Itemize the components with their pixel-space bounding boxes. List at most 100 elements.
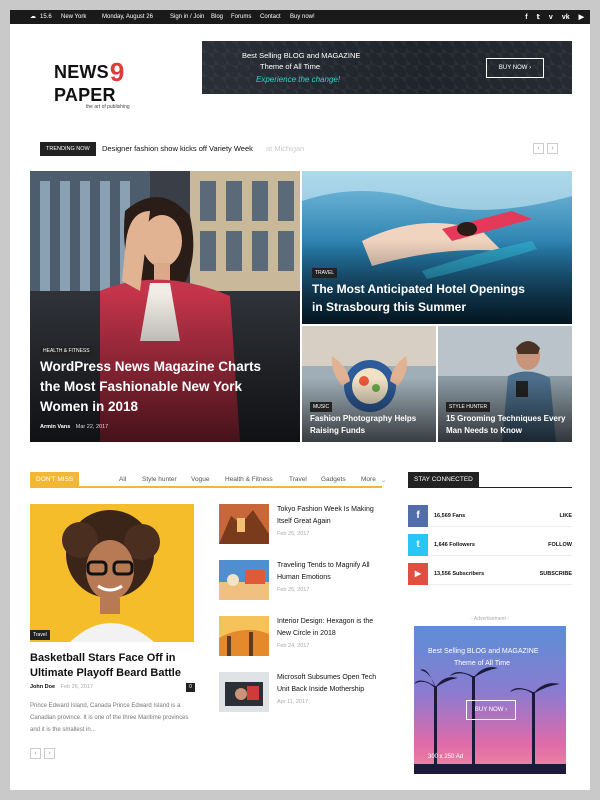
hero-top-right-title-line-1[interactable]: The Most Anticipated Hotel Openings <box>312 282 525 296</box>
list-item[interactable]: Tokyo Fashion Week Is Making Itself Grea… <box>219 504 389 548</box>
tab-health-fitness[interactable]: Health & Fitness <box>225 476 273 483</box>
sidebar-ad[interactable]: Best Selling BLOG and MAGAZINE Theme of … <box>414 626 566 774</box>
weather-city: New York <box>61 14 87 20</box>
prev-page-icon[interactable]: ‹ <box>30 748 41 759</box>
hero-main-title-line-2[interactable]: the Most Fashionable New York <box>40 379 242 394</box>
topbar-link-contact[interactable]: Contact <box>260 10 281 24</box>
advertisement-label: - Advertisement - <box>471 616 509 622</box>
social-icons: f 𝕥 v vk ▶ <box>525 10 584 24</box>
banner-line-1: Best Selling BLOG and MAGAZINE <box>242 51 361 60</box>
weather-icon: ☁ <box>30 14 36 20</box>
vk-icon[interactable]: vk <box>562 14 570 21</box>
vimeo-icon[interactable]: v <box>549 14 553 21</box>
banner-buy-button[interactable]: BUY NOW › <box>486 58 544 78</box>
tab-style-hunter[interactable]: Style hunter <box>142 476 177 483</box>
facebook-icon[interactable]: f <box>525 14 527 21</box>
hero-main-title-line-3[interactable]: Women in 2018 <box>40 399 138 414</box>
facebook-icon: f <box>408 505 428 527</box>
list-title[interactable]: Microsoft Subsumes Open Tech Unit Back I… <box>277 672 387 696</box>
youtube-subscribe-button[interactable]: SUBSCRIBE <box>540 571 572 577</box>
social-row-youtube[interactable]: ▶ 13,556 Subscribers SUBSCRIBE <box>408 563 572 585</box>
list-title[interactable]: Tokyo Fashion Week Is Making Itself Grea… <box>277 504 387 528</box>
list-item[interactable]: Interior Design: Hexagon is the New Circ… <box>219 616 389 660</box>
youtube-count-label: Subscribers <box>452 571 485 577</box>
hero-bottom-right-tile[interactable]: STYLE HUNTER 15 Grooming Techniques Ever… <box>438 326 572 442</box>
hero-bottom-right-category[interactable]: STYLE HUNTER <box>446 402 491 412</box>
featured-image[interactable]: Travel <box>30 504 194 642</box>
logo-word-paper: PAPER <box>54 85 116 105</box>
topbar-link-forums[interactable]: Forums <box>231 10 251 24</box>
weather-temp: 15.6 <box>40 14 52 20</box>
twitter-icon[interactable]: 𝕥 <box>537 13 540 21</box>
hero-bottom-right-title-line-2[interactable]: Man Needs to Know <box>446 426 522 435</box>
ad-line-1: Best Selling BLOG and MAGAZINE <box>428 648 539 655</box>
trending-label: TRENDING NOW <box>40 142 96 156</box>
hero-bottom-right-shade <box>438 326 572 442</box>
hero-top-right-title-line-2[interactable]: in Strasbourg this Summer <box>312 300 466 314</box>
list-item[interactable]: Traveling Tends to Magnify All Human Emo… <box>219 560 389 604</box>
hero-top-right-category[interactable]: TRAVEL <box>312 268 338 278</box>
list-item[interactable]: Microsoft Subsumes Open Tech Unit Back I… <box>219 672 389 716</box>
list-thumb <box>219 560 269 600</box>
featured-comment-count[interactable]: 0 <box>186 683 195 692</box>
tab-more[interactable]: More <box>361 476 376 483</box>
topbar-link-buy[interactable]: Buy now! <box>290 10 315 24</box>
hero-bottom-left-shade <box>302 326 436 442</box>
chevron-down-icon[interactable]: ⌄ <box>381 476 386 484</box>
trending-ghost-headline: at Michigan <box>266 144 305 153</box>
list-thumb <box>219 504 269 544</box>
prev-arrow-icon[interactable]: ‹ <box>533 143 544 154</box>
twitter-count-value: 1,646 <box>434 542 448 548</box>
logo-word-news: NEWS <box>54 62 109 82</box>
hero-main-category[interactable]: HEALTH & FITNESS <box>40 346 93 356</box>
featured-date: Feb 26, 2017 <box>60 684 94 690</box>
twitter-count: 1,646 Followers <box>434 542 475 548</box>
site-logo[interactable]: NEWS9PAPER the art of publishing <box>54 54 184 110</box>
hero-main-date: Mar 22, 2017 <box>75 424 109 430</box>
featured-category[interactable]: Travel <box>30 630 50 640</box>
ad-line-2: Theme of All Time <box>454 660 511 667</box>
topbar-link-signin[interactable]: Sign in / Join <box>170 10 204 24</box>
youtube-icon: ▶ <box>408 563 428 585</box>
facebook-count-value: 16,569 <box>434 513 451 519</box>
youtube-count: 13,556 Subscribers <box>434 571 484 577</box>
hero-main-meta: Armin Vans Mar 22, 2017 <box>40 424 108 430</box>
featured-title[interactable]: Basketball Stars Face Off in Ultimate Pl… <box>30 651 200 681</box>
hero-main-author[interactable]: Armin Vans <box>40 424 70 430</box>
dont-miss-label: DON'T MISS <box>30 472 80 488</box>
hero-main-title-line-1[interactable]: WordPress News Magazine Charts <box>40 359 261 374</box>
top-bar: ☁ 15.6 New York Monday, August 26 Sign i… <box>10 10 590 24</box>
hero-bottom-left-category[interactable]: MUSIC <box>310 402 333 412</box>
featured-meta: John Doe Feb 26, 2017 <box>30 684 93 690</box>
youtube-icon[interactable]: ▶ <box>579 13 584 21</box>
topbar-link-blog[interactable]: Blog <box>211 10 223 24</box>
hero-top-right-tile[interactable]: TRAVEL The Most Anticipated Hotel Openin… <box>302 171 572 324</box>
facebook-count: 16,569 Fans <box>434 513 465 519</box>
logo-nine: 9 <box>109 57 125 87</box>
hero-bottom-right-title-line-1[interactable]: 15 Grooming Techniques Every <box>446 414 565 423</box>
ad-buy-button[interactable]: BUY NOW › <box>466 700 516 720</box>
next-page-icon[interactable]: › <box>44 748 55 759</box>
tab-vogue[interactable]: Vogue <box>191 476 209 483</box>
hero-bottom-left-title-line-2[interactable]: Raising Funds <box>310 426 365 435</box>
featured-excerpt: Prince Edward Island, Canada Prince Edwa… <box>30 703 189 733</box>
featured-author[interactable]: John Doe <box>30 684 55 690</box>
trending-headline[interactable]: Designer fashion show kicks off Variety … <box>102 144 253 153</box>
hero-main-tile[interactable]: HEALTH & FITNESS WordPress News Magazine… <box>30 171 300 442</box>
next-arrow-icon[interactable]: › <box>547 143 558 154</box>
hero-bottom-left-tile[interactable]: MUSIC Fashion Photography Helps Raising … <box>302 326 436 442</box>
stay-connected-label: STAY CONNECTED <box>408 472 479 488</box>
tab-gadgets[interactable]: Gadgets <box>321 476 346 483</box>
twitter-follow-button[interactable]: FOLLOW <box>548 542 572 548</box>
tab-travel[interactable]: Travel <box>289 476 307 483</box>
social-row-twitter[interactable]: t 1,646 Followers FOLLOW <box>408 534 572 556</box>
facebook-like-button[interactable]: LIKE <box>559 513 572 519</box>
twitter-icon: t <box>408 534 428 556</box>
hero-bottom-left-title-line-1[interactable]: Fashion Photography Helps <box>310 414 416 423</box>
list-thumb <box>219 616 269 656</box>
list-title[interactable]: Traveling Tends to Magnify All Human Emo… <box>277 560 387 584</box>
header-banner-ad[interactable]: Best Selling BLOG and MAGAZINE Theme of … <box>202 41 572 94</box>
list-title[interactable]: Interior Design: Hexagon is the New Circ… <box>277 616 387 640</box>
social-row-facebook[interactable]: f 16,569 Fans LIKE <box>408 505 572 527</box>
tab-all[interactable]: All <box>119 476 126 483</box>
